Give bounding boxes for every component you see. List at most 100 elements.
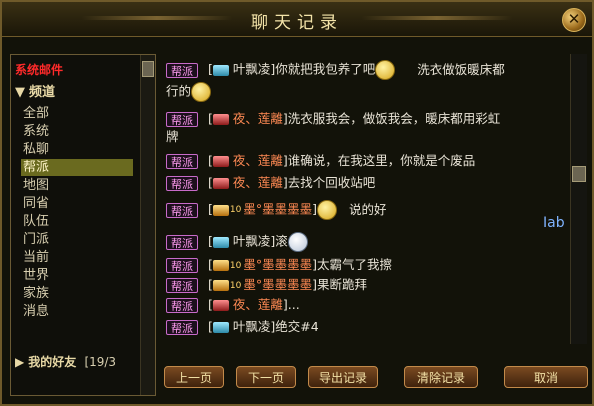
sender-name[interactable]: 叶飘凌 (233, 62, 271, 77)
friends-section[interactable]: ▶ 我的好友 [19/3 (15, 353, 116, 370)
bottom-toolbar: 上一页 下一页 导出记录 清除记录 取消 (158, 366, 588, 394)
channel-label: 频道 (29, 85, 56, 100)
chat-message: 帮派 [10 墨°墨墨墨墨]太霸气了我擦 (166, 256, 558, 275)
chat-scrollbar[interactable] (570, 54, 587, 344)
close-button[interactable]: ✕ (562, 8, 586, 32)
message-text: 洗衣服我会，做饭我会，暖床都用彩虹 (287, 111, 501, 126)
sender-name[interactable]: 夜、莲離 (233, 111, 283, 126)
message-text: 太霸气了我擦 (316, 257, 392, 272)
gold-gem-icon (212, 260, 229, 271)
title-bar: 聊天记录 ✕ (2, 2, 592, 37)
message-text: 谁确说，在我这里，你就是个废品 (287, 153, 476, 168)
message-text: 果断跪拜 (316, 277, 367, 292)
ruby-icon (212, 178, 229, 189)
clear-records-button[interactable]: 清除记录 (404, 366, 478, 388)
message-text-wrap: 牌 (166, 129, 179, 144)
sidebar-item-world[interactable]: 世界 (21, 267, 133, 284)
message-text-extra: 洗衣做饭暖床都 (417, 61, 505, 77)
gem-level: 10 (229, 280, 242, 291)
sidebar-item-system[interactable]: 系统 (21, 123, 133, 140)
emoji-smile-icon (191, 82, 212, 102)
guild-tag: 帮派 (166, 278, 198, 293)
chat-message: 帮派 [叶飘凌]滚 (166, 232, 558, 252)
message-text: 绝交#4 (275, 319, 319, 334)
guild-tag: 帮派 (166, 298, 198, 313)
export-button[interactable]: 导出记录 (308, 366, 378, 388)
sidebar-item-all[interactable]: 全部 (21, 105, 133, 122)
guild-tag: 帮派 (166, 154, 198, 169)
sender-name[interactable]: 夜、莲離 (233, 175, 283, 190)
caret-right-icon: ▶ (15, 355, 25, 369)
cancel-button[interactable]: 取消 (504, 366, 588, 388)
guild-tag: 帮派 (166, 258, 198, 273)
sidebar-item-private[interactable]: 私聊 (21, 141, 133, 158)
sidebar-item-map[interactable]: 地图 (21, 177, 133, 194)
friends-label: 我的好友 (28, 355, 77, 369)
message-text: ... (287, 297, 300, 312)
emoji-smile-icon (375, 60, 396, 80)
gold-gem-icon (212, 280, 229, 291)
sidebar-item-current[interactable]: 当前 (21, 249, 133, 266)
guild-tag: 帮派 (166, 112, 198, 127)
close-icon: ✕ (567, 10, 581, 28)
diamond-icon (212, 64, 229, 76)
sender-name[interactable]: 叶飘凌 (233, 319, 271, 334)
sidebar-item-province[interactable]: 同省 (21, 195, 133, 212)
guild-tag: 帮派 (166, 62, 198, 78)
emoji-smile-icon (316, 200, 337, 220)
sender-name[interactable]: 墨°墨墨墨墨 (243, 257, 312, 272)
caret-down-icon: ▼ (15, 85, 25, 100)
message-text: 滚 (275, 233, 288, 249)
sidebar-item-sect[interactable]: 门派 (21, 231, 133, 248)
friends-count: [19/3 (84, 355, 117, 369)
chat-message-wrap: 牌 (166, 128, 558, 146)
message-text: 说的好 (348, 201, 387, 217)
sender-name[interactable]: 叶飘凌 (233, 234, 271, 249)
diamond-icon (212, 236, 229, 248)
diamond-icon (212, 322, 229, 333)
chat-message: 帮派 [夜、莲離]去找个回收站吧 (166, 174, 558, 192)
chat-message: 帮派 [夜、莲離]... (166, 296, 558, 314)
chat-message: 帮派 [夜、莲離]谁确说，在我这里，你就是个废品 (166, 152, 558, 170)
gold-gem-icon (212, 204, 229, 216)
message-text: 你就把我包养了吧 (275, 61, 376, 77)
gem-level: 10 (229, 205, 242, 215)
emoji-grin-icon (287, 232, 308, 252)
sidebar-item-guild[interactable]: 帮派 (21, 159, 133, 176)
system-mail-link[interactable]: 系统邮件 (15, 61, 63, 78)
sender-name[interactable]: 墨°墨墨墨墨 (243, 277, 312, 292)
chat-message: 帮派 [叶飘凌]你就把我包养了吧 洗衣做饭暖床都 (166, 60, 558, 80)
sender-name[interactable]: 夜、莲離 (233, 153, 283, 168)
ruby-icon (212, 156, 229, 167)
next-page-button[interactable]: 下一页 (236, 366, 296, 388)
sidebar-item-team[interactable]: 队伍 (21, 213, 133, 230)
sidebar-scrollbar[interactable] (140, 55, 155, 395)
chat-message: 帮派 [夜、莲離]洗衣服我会，做饭我会，暖床都用彩虹 (166, 110, 558, 128)
chat-message: 帮派 [10 墨°墨墨墨墨]果断跪拜 (166, 276, 558, 295)
chat-message-wrap: 行的 (166, 82, 558, 102)
window-title: 聊天记录 (251, 13, 343, 33)
guild-tag: 帮派 (166, 202, 198, 218)
gem-level: 10 (229, 260, 242, 271)
chat-log: 帮派 [叶飘凌]你就把我包养了吧 洗衣做饭暖床都 行的 帮派 [夜、莲離]洗衣服… (162, 54, 562, 344)
chat-scroll-thumb[interactable] (572, 166, 586, 182)
ruby-icon (212, 114, 229, 125)
sidebar-scroll-thumb[interactable] (142, 61, 154, 77)
guild-tag: 帮派 (166, 176, 198, 191)
sidebar-item-message[interactable]: 消息 (21, 303, 133, 320)
chat-message: 帮派 [叶飘凌]绝交#4 (166, 318, 558, 336)
sender-name[interactable]: 夜、莲離 (233, 297, 283, 312)
message-text-wrap: 行的 (166, 83, 192, 99)
ime-indicator: Iab (543, 215, 565, 231)
ruby-icon (212, 300, 229, 311)
guild-tag: 帮派 (166, 320, 198, 335)
sender-name[interactable]: 墨°墨墨墨墨 (243, 202, 312, 217)
sidebar-item-family[interactable]: 家族 (21, 285, 133, 302)
channel-header[interactable]: ▼ 频道 (15, 81, 55, 100)
chat-message: 帮派 [10 墨°墨墨墨墨] 说的好 (166, 200, 558, 220)
prev-page-button[interactable]: 上一页 (164, 366, 224, 388)
message-text: 去找个回收站吧 (287, 175, 376, 190)
channel-sidebar: 系统邮件 ▼ 频道 全部 系统 私聊 帮派 地图 同省 队伍 门派 当前 世界 家… (10, 54, 156, 396)
chat-log-window: 聊天记录 ✕ 系统邮件 ▼ 频道 全部 系统 私聊 帮派 地图 同省 队伍 门派 … (0, 0, 594, 406)
guild-tag: 帮派 (166, 234, 198, 250)
